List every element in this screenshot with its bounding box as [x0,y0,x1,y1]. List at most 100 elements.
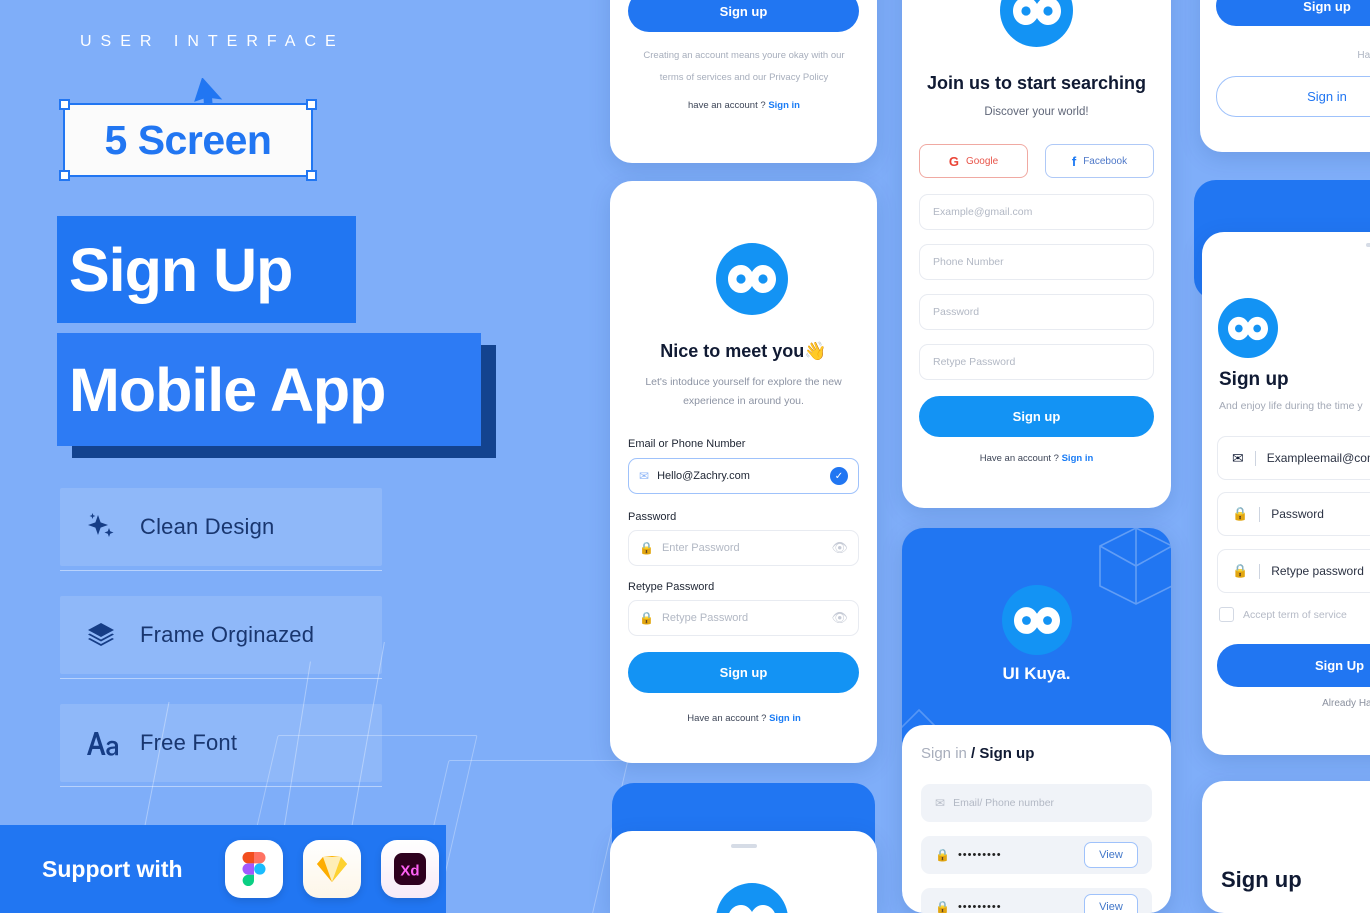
already-have-account-label[interactable]: Already Have an Account? [1202,698,1370,709]
google-signin-button[interactable]: G Google [919,144,1028,178]
signin-link[interactable]: Sign in [769,713,801,724]
tab-sign-in[interactable]: Sign in [921,745,967,762]
eye-icon[interactable]: 👁 [831,610,848,626]
tab-separator: / [971,745,976,762]
tab-sign-up[interactable]: Sign up [979,745,1034,762]
facebook-signin-button[interactable]: f Facebook [1045,144,1154,178]
retype-password-input[interactable]: 🔒 ••••••••• View [921,888,1152,913]
password-input-placeholder: Enter Password [661,542,740,554]
facebook-icon: f [1071,153,1077,169]
screen-count-selection-box[interactable]: 5 Screen [59,99,317,181]
svg-text:Xd: Xd [400,863,419,880]
signup-button[interactable]: Sign up [919,396,1154,437]
app-logo [1002,585,1072,655]
password-input-placeholder: Password [933,306,980,318]
mail-icon: ✉ [639,469,650,483]
feature-divider [60,786,382,787]
google-icon: G [948,153,959,169]
feature-label: Clean Design [140,514,275,539]
signin-button-label: Sign in [1307,89,1347,104]
adobe-xd-icon[interactable]: Xd [380,840,439,898]
screen-subtitle-line-1: Let's intoduce yourself for explore the … [645,376,842,388]
retype-masked-value: ••••••••• [957,901,1002,913]
screen-title: Sign up [1219,369,1289,390]
phone-input[interactable]: Phone Number [919,244,1154,280]
lock-icon: 🔒 [1232,506,1249,521]
title-line-2-text: Mobile App [69,355,386,424]
email-input[interactable]: Example@gmail.com [919,194,1154,230]
lock-icon: 🔒 [639,611,654,625]
title-line-2: Mobile App [57,333,481,446]
view-retype-password-button[interactable]: View [1084,894,1138,913]
signup-button[interactable]: Sign up [628,0,859,32]
email-phone-input[interactable]: ✉ Email/ Phone number [921,784,1152,822]
feature-item-free-font: Free Font [60,704,382,782]
title-line-1: Sign Up [57,216,356,323]
view-password-button[interactable]: View [1084,842,1138,868]
retype-password-input[interactable]: Retype Password [919,344,1154,380]
support-with-bar: Support with Xd [0,825,446,913]
google-button-label: Google [965,155,999,167]
screen-title: Nice to meet you👋 [660,341,827,361]
sheet-drag-handle[interactable] [730,844,757,848]
signup-button-label: Sign up [1012,409,1061,424]
password-input[interactable]: 🔒 Password [1217,492,1370,536]
screen-title: Join us to start searching [926,73,1147,93]
eye-icon[interactable]: 👁 [831,540,848,556]
signin-button[interactable]: Sign in [1216,76,1370,117]
screen-subtitle: Discover your world! [984,106,1089,118]
auth-bottom-sheet: Sign in / Sign up ✉ Email/ Phone number … [902,725,1171,913]
resize-handle-top-right[interactable] [306,99,317,110]
field-label-retype-password: Retype Password [628,581,715,593]
app-logo [716,243,788,315]
mobile-screen-signin-prompt: Sign up Have an account? Sign in [1200,0,1370,152]
signup-button-label: Sign up [719,3,768,19]
have-account-row: Have an account ? Sign in [979,453,1094,464]
resize-handle-bottom-left[interactable] [59,170,70,181]
terms-line-2: terms of services and our Privacy Policy [659,72,829,83]
mobile-screen-nice-to-meet-you: Nice to meet you👋 Let's intoduce yoursel… [610,181,877,763]
password-input[interactable]: 🔒 ••••••••• View [921,836,1152,874]
signin-link[interactable]: Sign in [1062,453,1094,464]
sketch-icon[interactable] [302,840,361,898]
email-input[interactable]: ✉ Exampleemail@com [1217,436,1370,480]
typography-icon [84,726,118,760]
field-label-password: Password [628,511,677,523]
retype-password-input[interactable]: 🔒 Retype Password 👁 [628,600,859,636]
feature-divider [60,678,382,679]
signup-button[interactable]: Sign Up [1217,644,1370,687]
cube-decoration-icon [1099,528,1171,605]
mail-icon: ✉ [935,796,946,810]
layers-icon [84,618,118,652]
resize-handle-bottom-right[interactable] [306,170,317,181]
input-divider [1259,506,1261,522]
signup-button[interactable]: Sign up [628,652,859,693]
password-masked-value: ••••••••• [957,849,1002,861]
terms-line-1: Creating an account means youre okay wit… [643,50,845,61]
feature-divider [60,570,382,571]
email-input-placeholder: Example@gmail.com [933,206,1033,218]
mobile-screen-join-us: Join us to start searching Discover your… [902,0,1171,508]
brand-name: UI Kuya. [1002,664,1071,683]
signup-button[interactable]: Sign up [1216,0,1370,26]
figma-icon[interactable] [224,840,283,898]
support-with-label: Support with [42,855,183,882]
sheet-drag-handle[interactable] [1366,243,1370,247]
app-logo [716,883,788,913]
resize-handle-top-left[interactable] [59,99,70,110]
retype-password-placeholder: Retype password [1271,564,1364,578]
accept-terms-row[interactable]: Accept term of service [1219,607,1347,622]
password-input[interactable]: Password [919,294,1154,330]
accept-terms-checkbox[interactable] [1219,607,1234,622]
mobile-screen-signup-terms: Sign up Creating an account means youre … [610,0,877,163]
retype-password-input[interactable]: 🔒 Retype password [1217,549,1370,593]
password-input-placeholder: Password [1271,507,1324,521]
email-input[interactable]: ✉ Hello@Zachry.com ✓ [628,458,859,494]
password-input[interactable]: 🔒 Enter Password 👁 [628,530,859,566]
signup-button-label: Sign up [719,665,768,680]
feature-label: Free Font [140,730,238,755]
lock-icon: 🔒 [639,541,654,555]
infinity-mask-icon [1014,606,1060,634]
signin-link[interactable]: Sign in [768,100,800,111]
lock-icon: 🔒 [1232,563,1249,578]
